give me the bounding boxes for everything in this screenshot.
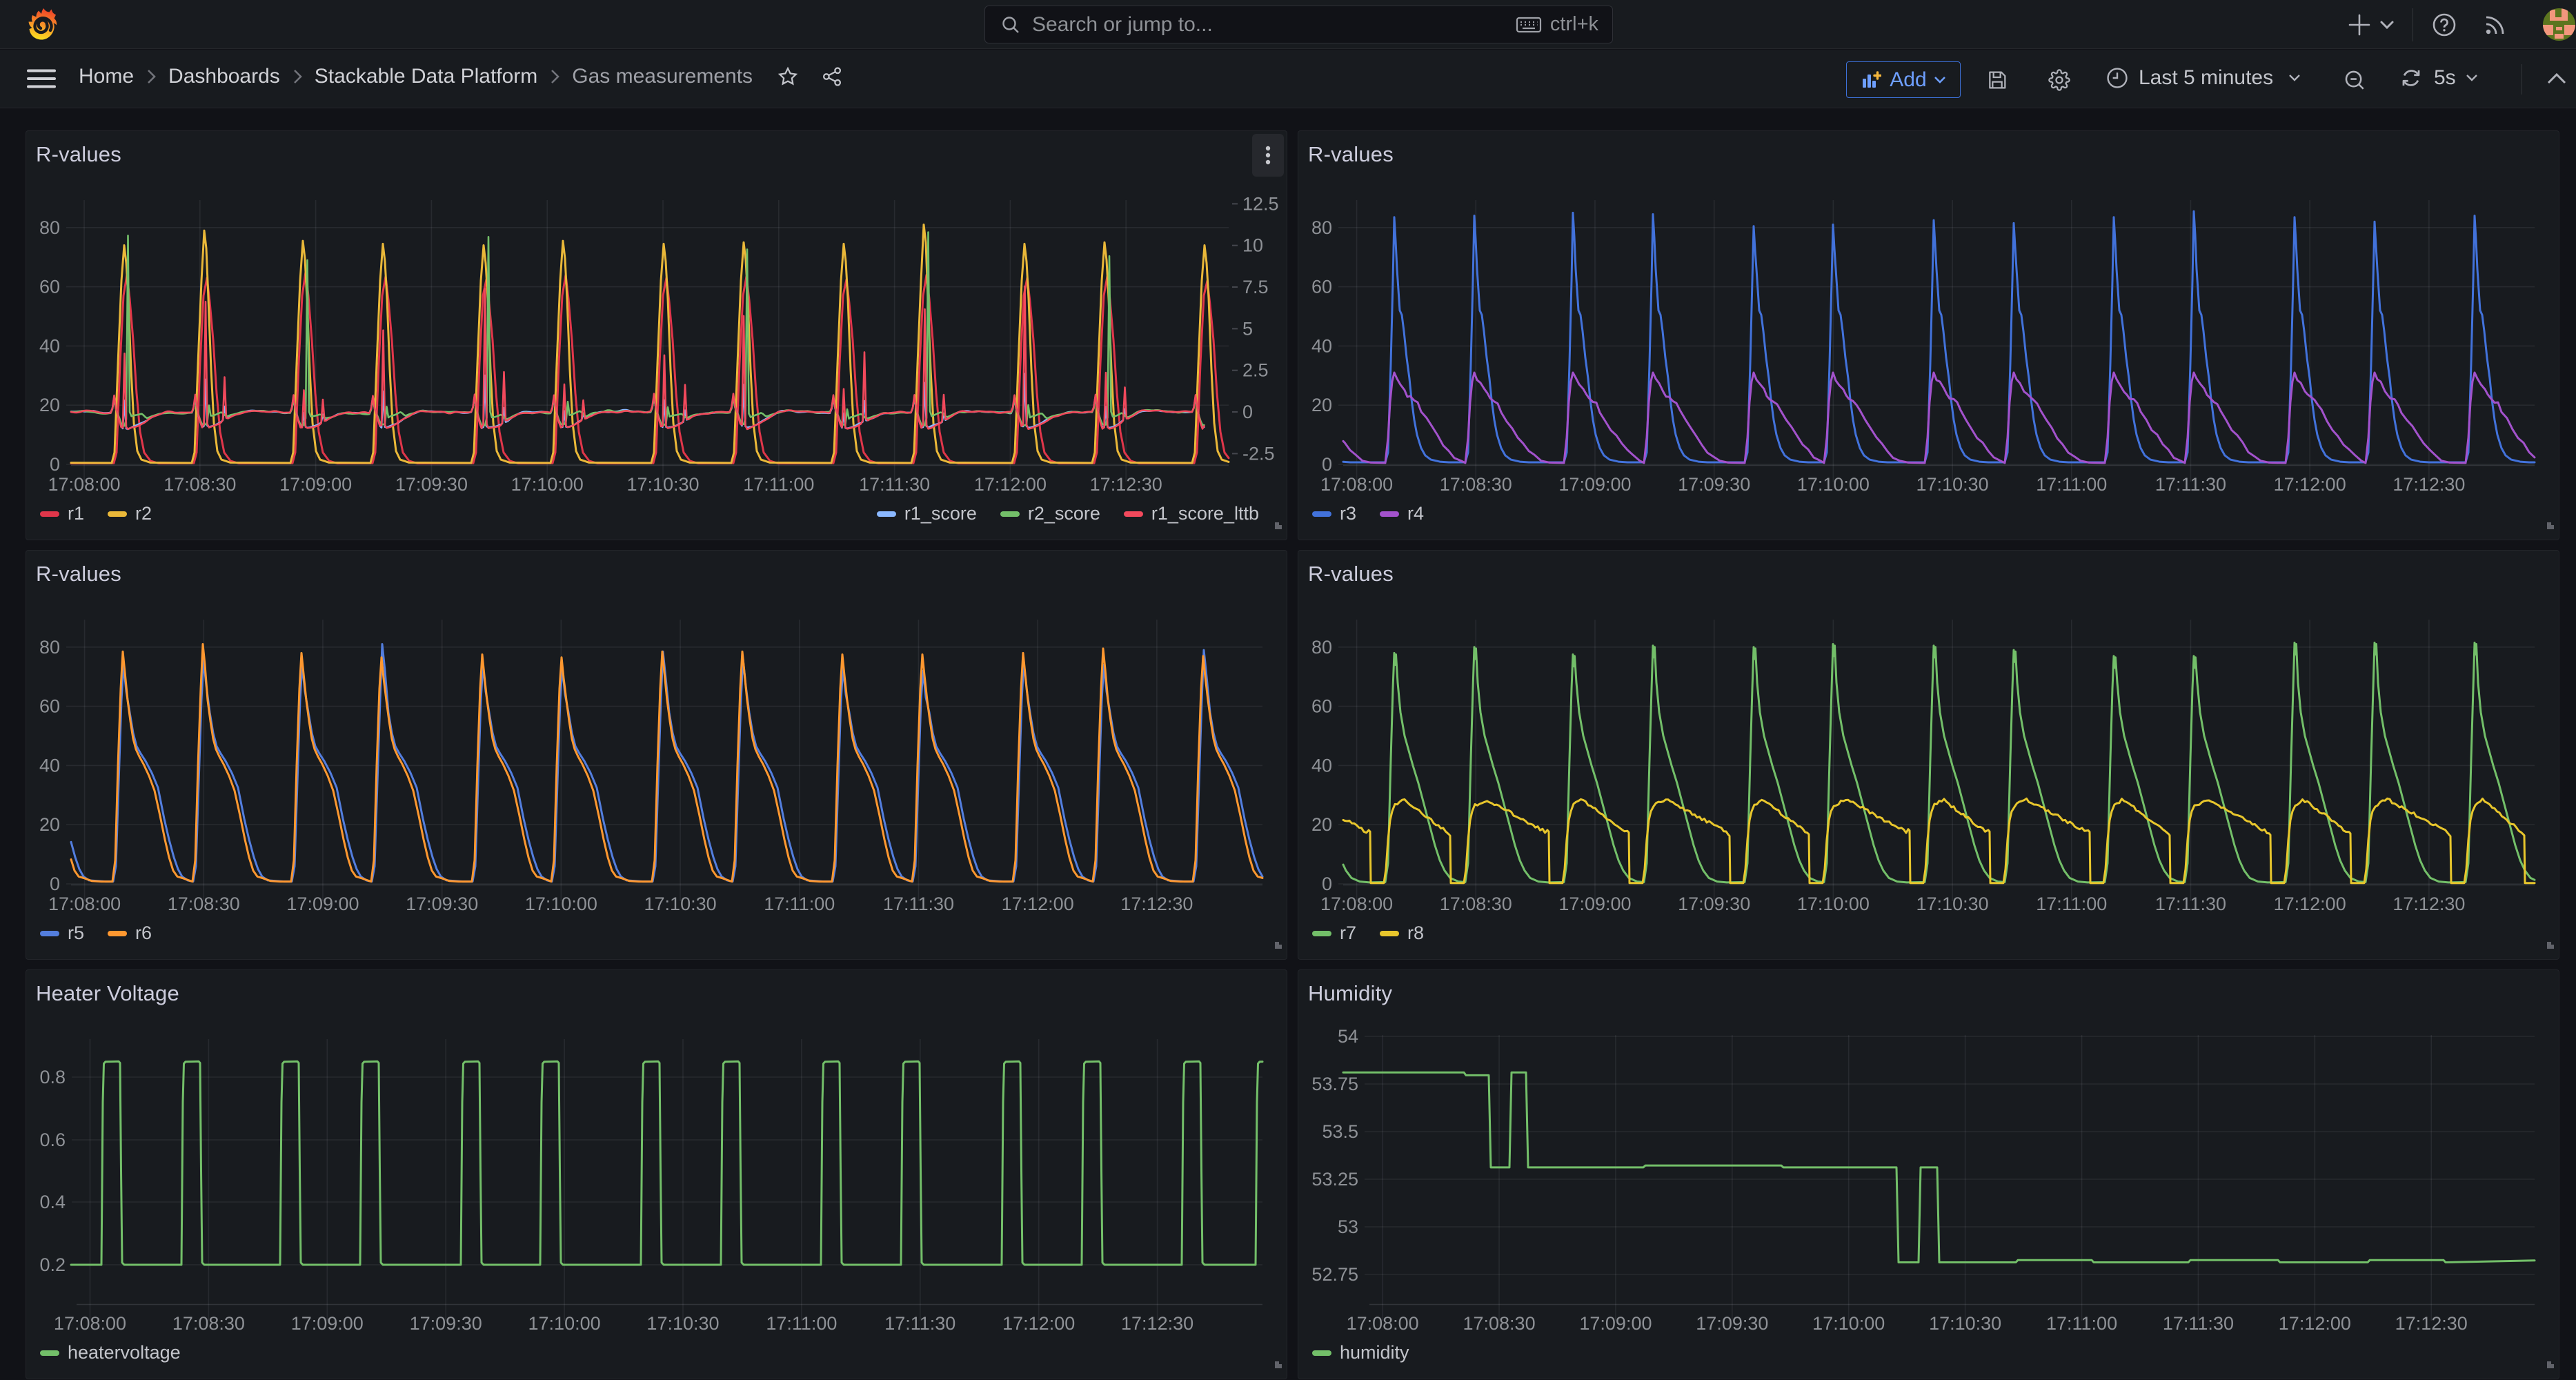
svg-text:17:11:30: 17:11:30 <box>884 1313 955 1334</box>
svg-text:60: 60 <box>39 277 60 297</box>
svg-text:17:08:00: 17:08:00 <box>1347 1313 1419 1334</box>
svg-text:17:11:30: 17:11:30 <box>2155 894 2226 914</box>
svg-text:0: 0 <box>1242 402 1253 422</box>
svg-text:53.5: 53.5 <box>1322 1121 1358 1142</box>
svg-text:17:10:00: 17:10:00 <box>1797 894 1870 914</box>
svg-text:80: 80 <box>39 217 60 238</box>
svg-text:17:12:00: 17:12:00 <box>1002 1313 1075 1334</box>
svg-text:17:11:30: 17:11:30 <box>883 894 954 914</box>
svg-text:17:12:30: 17:12:30 <box>2392 474 2465 495</box>
svg-text:17:10:00: 17:10:00 <box>1797 474 1870 495</box>
svg-text:20: 20 <box>39 395 60 415</box>
svg-text:2.5: 2.5 <box>1242 360 1269 381</box>
svg-text:17:09:30: 17:09:30 <box>410 1313 482 1334</box>
svg-text:17:09:00: 17:09:00 <box>1579 1313 1652 1334</box>
svg-text:17:11:30: 17:11:30 <box>2155 474 2226 495</box>
svg-text:17:11:30: 17:11:30 <box>2163 1313 2234 1334</box>
svg-text:17:10:00: 17:10:00 <box>525 894 597 914</box>
svg-text:17:08:30: 17:08:30 <box>168 894 240 914</box>
svg-text:17:12:30: 17:12:30 <box>1090 474 1162 495</box>
svg-text:17:12:30: 17:12:30 <box>1121 1313 1193 1334</box>
svg-text:17:08:30: 17:08:30 <box>172 1313 245 1334</box>
svg-text:17:12:00: 17:12:00 <box>2274 474 2346 495</box>
svg-text:17:08:30: 17:08:30 <box>1463 1313 1535 1334</box>
svg-text:60: 60 <box>1311 277 1332 297</box>
svg-text:17:11:00: 17:11:00 <box>2036 894 2107 914</box>
svg-text:80: 80 <box>1311 637 1332 658</box>
svg-text:40: 40 <box>39 755 60 776</box>
svg-text:17:10:30: 17:10:30 <box>1916 894 1989 914</box>
svg-text:17:10:30: 17:10:30 <box>646 1313 719 1334</box>
svg-text:7.5: 7.5 <box>1242 277 1269 297</box>
svg-text:17:11:30: 17:11:30 <box>859 474 930 495</box>
svg-text:10: 10 <box>1242 235 1263 256</box>
svg-text:17:10:30: 17:10:30 <box>644 894 717 914</box>
svg-text:17:12:30: 17:12:30 <box>2392 894 2465 914</box>
svg-text:40: 40 <box>39 335 60 356</box>
svg-text:17:10:30: 17:10:30 <box>1916 474 1989 495</box>
svg-text:17:12:00: 17:12:00 <box>1002 894 1074 914</box>
svg-text:17:10:00: 17:10:00 <box>528 1313 601 1334</box>
svg-text:0: 0 <box>1322 874 1332 894</box>
svg-text:60: 60 <box>1311 696 1332 717</box>
svg-text:5: 5 <box>1242 318 1253 339</box>
svg-text:17:08:00: 17:08:00 <box>1320 894 1393 914</box>
svg-text:17:10:00: 17:10:00 <box>511 474 584 495</box>
svg-text:-2.5: -2.5 <box>1242 443 1275 464</box>
svg-text:17:11:00: 17:11:00 <box>766 1313 837 1334</box>
svg-text:17:12:00: 17:12:00 <box>2279 1313 2351 1334</box>
svg-text:53: 53 <box>1338 1216 1358 1237</box>
svg-text:17:12:30: 17:12:30 <box>1120 894 1193 914</box>
svg-text:17:09:30: 17:09:30 <box>395 474 468 495</box>
svg-text:17:09:00: 17:09:00 <box>1558 474 1631 495</box>
svg-text:17:09:00: 17:09:00 <box>279 474 352 495</box>
svg-text:60: 60 <box>39 696 60 717</box>
svg-text:17:12:00: 17:12:00 <box>974 474 1047 495</box>
svg-text:0.8: 0.8 <box>39 1067 66 1087</box>
svg-text:80: 80 <box>39 637 60 658</box>
svg-text:0: 0 <box>1322 454 1332 475</box>
svg-text:0.4: 0.4 <box>39 1192 66 1212</box>
svg-text:17:11:00: 17:11:00 <box>743 474 814 495</box>
svg-text:17:10:30: 17:10:30 <box>1929 1313 2001 1334</box>
svg-text:12.5: 12.5 <box>1242 193 1279 214</box>
svg-text:17:08:30: 17:08:30 <box>164 474 236 495</box>
svg-text:17:10:00: 17:10:00 <box>1812 1313 1885 1334</box>
svg-text:17:08:00: 17:08:00 <box>1320 474 1393 495</box>
svg-text:17:12:00: 17:12:00 <box>2274 894 2346 914</box>
svg-text:17:11:00: 17:11:00 <box>2046 1313 2117 1334</box>
svg-text:17:10:30: 17:10:30 <box>626 474 699 495</box>
svg-text:53.75: 53.75 <box>1311 1074 1358 1094</box>
svg-text:17:09:00: 17:09:00 <box>1558 894 1631 914</box>
svg-text:20: 20 <box>1311 814 1332 835</box>
svg-text:17:08:30: 17:08:30 <box>1440 894 1512 914</box>
svg-text:17:12:30: 17:12:30 <box>2395 1313 2468 1334</box>
svg-text:54: 54 <box>1338 1026 1358 1047</box>
svg-text:17:09:00: 17:09:00 <box>291 1313 364 1334</box>
svg-text:0.6: 0.6 <box>39 1130 66 1150</box>
svg-text:17:09:30: 17:09:30 <box>1696 1313 1768 1334</box>
svg-text:80: 80 <box>1311 217 1332 238</box>
svg-text:17:09:30: 17:09:30 <box>406 894 478 914</box>
svg-text:17:11:00: 17:11:00 <box>2036 474 2107 495</box>
svg-text:17:08:00: 17:08:00 <box>48 474 120 495</box>
svg-text:17:08:00: 17:08:00 <box>48 894 121 914</box>
svg-text:0.2: 0.2 <box>39 1254 66 1275</box>
svg-text:40: 40 <box>1311 335 1332 356</box>
svg-text:20: 20 <box>39 814 60 835</box>
svg-text:17:11:00: 17:11:00 <box>764 894 835 914</box>
svg-text:0: 0 <box>50 454 60 475</box>
svg-text:40: 40 <box>1311 755 1332 776</box>
svg-text:17:09:30: 17:09:30 <box>1678 894 1750 914</box>
svg-text:17:08:00: 17:08:00 <box>54 1313 126 1334</box>
svg-text:17:09:00: 17:09:00 <box>286 894 359 914</box>
svg-text:17:09:30: 17:09:30 <box>1678 474 1750 495</box>
svg-text:20: 20 <box>1311 395 1332 415</box>
svg-text:52.75: 52.75 <box>1311 1264 1358 1285</box>
svg-text:17:08:30: 17:08:30 <box>1440 474 1512 495</box>
svg-text:53.25: 53.25 <box>1311 1169 1358 1190</box>
svg-text:0: 0 <box>50 874 60 894</box>
